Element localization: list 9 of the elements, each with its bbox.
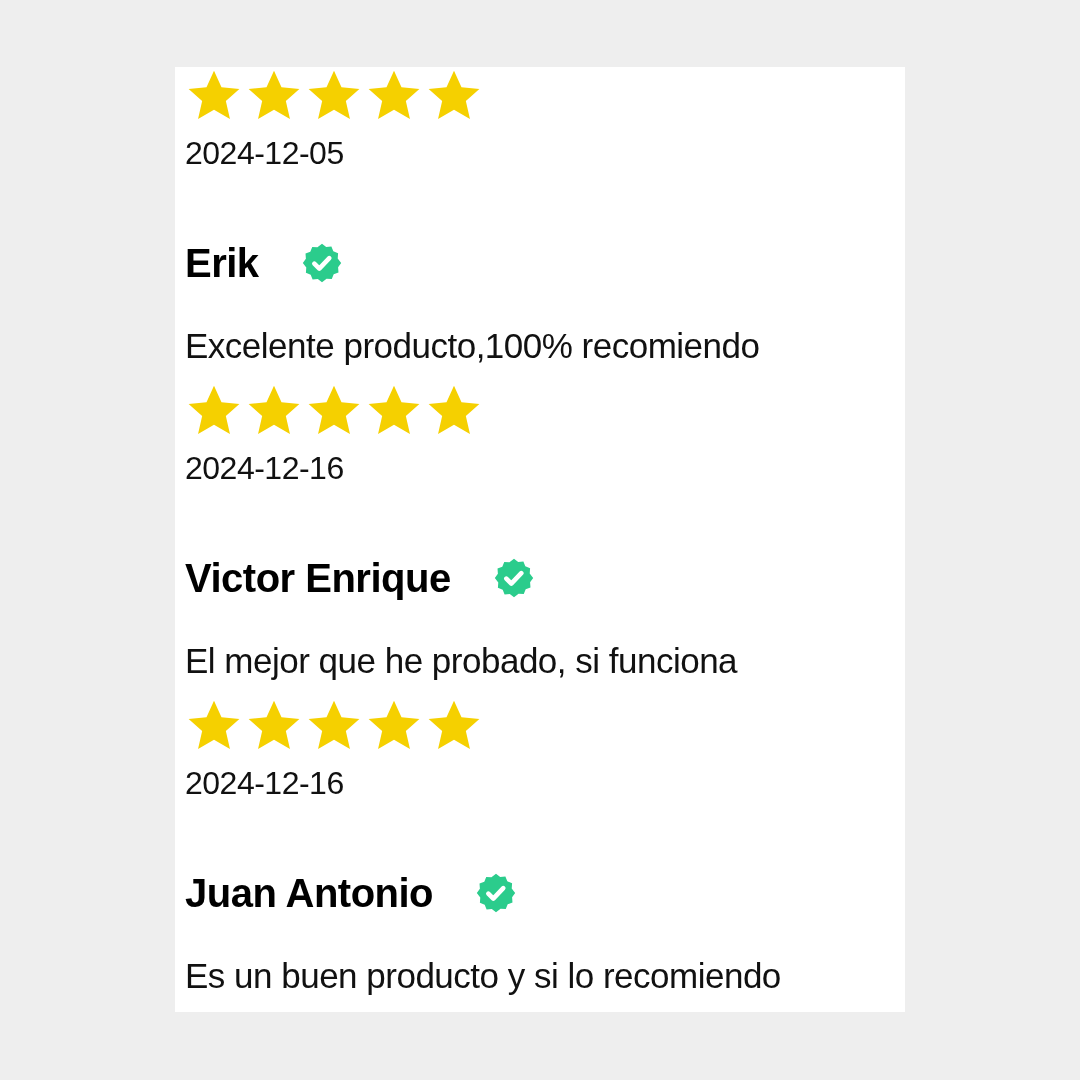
reviewer-name: Erik	[185, 240, 259, 286]
review-date: 2024-12-05	[185, 135, 345, 172]
review-date: 2024-12-16	[185, 765, 345, 802]
review-date: 2024-12-16	[185, 450, 345, 487]
review-text: Excelente producto,100% recomiendo	[185, 326, 761, 366]
review-text: Es un buen producto y si lo recomiendo	[185, 956, 782, 996]
reviewer-name: Juan Antonio	[185, 870, 434, 916]
review-text: El mejor que he probado, si funciona	[185, 641, 739, 681]
reviewer-name: Victor Enrique	[185, 555, 451, 601]
